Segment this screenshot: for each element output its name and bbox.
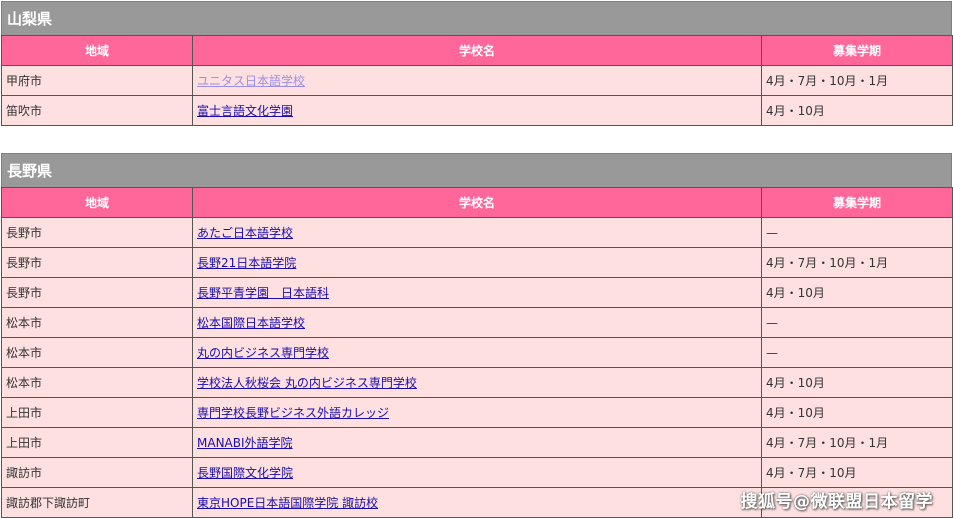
school-link[interactable]: ユニタス日本語学校: [197, 74, 305, 88]
prefecture-heading: 山梨県: [1, 1, 952, 35]
table-row: 長野市 長野21日本語学院 4月・7月・10月・1月: [1, 247, 953, 278]
table-row: 長野市 長野平青学園 日本語科 4月・10月: [1, 277, 953, 308]
school-cell: 富士言語文化学園: [192, 95, 762, 126]
school-cell: あたご日本語学校: [192, 217, 762, 248]
school-cell: MANABI外語学院: [192, 427, 762, 458]
term-cell: —: [761, 217, 953, 248]
prefecture-heading: 長野県: [1, 153, 952, 187]
term-cell: 4月・7月・10月・1月: [761, 427, 953, 458]
school-link[interactable]: 長野平青学園 日本語科: [197, 286, 329, 300]
table-row: 諏訪市 長野国際文化学院 4月・7月・10月: [1, 457, 953, 488]
table-row: 笛吹市 富士言語文化学園 4月・10月: [1, 95, 953, 126]
term-cell: 4月・7月・10月・1月: [761, 65, 953, 96]
table-row: 松本市 丸の内ビジネス専門学校 —: [1, 337, 953, 368]
term-cell: —: [761, 337, 953, 368]
area-cell: 長野市: [1, 247, 193, 278]
school-cell: 松本国際日本語学校: [192, 307, 762, 338]
school-cell: 長野平青学園 日本語科: [192, 277, 762, 308]
school-link[interactable]: 長野国際文化学院: [197, 466, 293, 480]
school-link[interactable]: 東京HOPE日本語国際学院 諏訪校: [197, 496, 378, 510]
school-cell: 専門学校長野ビジネス外語カレッジ: [192, 397, 762, 428]
term-cell: 4月・10月: [761, 397, 953, 428]
school-cell: 学校法人秋桜会 丸の内ビジネス専門学校: [192, 367, 762, 398]
school-link[interactable]: 専門学校長野ビジネス外語カレッジ: [197, 406, 389, 420]
table-row: 長野市 あたご日本語学校 —: [1, 217, 953, 248]
table-row: 上田市 専門学校長野ビジネス外語カレッジ 4月・10月: [1, 397, 953, 428]
area-cell: 諏訪郡下諏訪町: [1, 487, 193, 518]
column-header-term: 募集学期: [761, 187, 953, 218]
column-header-term: 募集学期: [761, 35, 953, 66]
area-cell: 松本市: [1, 337, 193, 368]
school-cell: 東京HOPE日本語国際学院 諏訪校: [192, 487, 762, 518]
column-header-school: 学校名: [192, 35, 762, 66]
table-header-row: 地域 学校名 募集学期: [1, 35, 953, 66]
table-row: 松本市 学校法人秋桜会 丸の内ビジネス専門学校 4月・10月: [1, 367, 953, 398]
school-table: 地域 学校名 募集学期 長野市 あたご日本語学校 — 長野市 長野21日本語学院…: [1, 187, 953, 518]
school-cell: 長野国際文化学院: [192, 457, 762, 488]
watermark-text: 搜狐号@微联盟日本留学: [740, 492, 933, 512]
section-yamanashi: 山梨県 地域 学校名 募集学期 甲府市 ユニタス日本語学校 4月・7月・10月・…: [1, 1, 953, 126]
area-cell: 松本市: [1, 307, 193, 338]
area-cell: 笛吹市: [1, 95, 193, 126]
school-link[interactable]: 松本国際日本語学校: [197, 316, 305, 330]
column-header-area: 地域: [1, 187, 193, 218]
area-cell: 上田市: [1, 427, 193, 458]
area-cell: 上田市: [1, 397, 193, 428]
term-cell: 4月・10月: [761, 367, 953, 398]
section-nagano: 長野県 地域 学校名 募集学期 長野市 あたご日本語学校 — 長野市 長野21日…: [1, 153, 953, 518]
school-link[interactable]: 学校法人秋桜会 丸の内ビジネス専門学校: [197, 376, 417, 390]
school-cell: 丸の内ビジネス専門学校: [192, 337, 762, 368]
term-cell: 4月・7月・10月: [761, 457, 953, 488]
table-row: 上田市 MANABI外語学院 4月・7月・10月・1月: [1, 427, 953, 458]
column-header-school: 学校名: [192, 187, 762, 218]
term-cell: 4月・10月: [761, 95, 953, 126]
term-cell: 4月・7月・10月・1月: [761, 247, 953, 278]
school-link[interactable]: 富士言語文化学園: [197, 104, 293, 118]
area-cell: 諏訪市: [1, 457, 193, 488]
area-cell: 松本市: [1, 367, 193, 398]
school-cell: ユニタス日本語学校: [192, 65, 762, 96]
school-table: 地域 学校名 募集学期 甲府市 ユニタス日本語学校 4月・7月・10月・1月 笛…: [1, 35, 953, 126]
school-link[interactable]: 丸の内ビジネス専門学校: [197, 346, 329, 360]
column-header-area: 地域: [1, 35, 193, 66]
school-link[interactable]: 長野21日本語学院: [197, 256, 296, 270]
school-cell: 長野21日本語学院: [192, 247, 762, 278]
table-row: 松本市 松本国際日本語学校 —: [1, 307, 953, 338]
table-header-row: 地域 学校名 募集学期: [1, 187, 953, 218]
table-row: 甲府市 ユニタス日本語学校 4月・7月・10月・1月: [1, 65, 953, 96]
area-cell: 長野市: [1, 217, 193, 248]
school-link[interactable]: あたご日本語学校: [197, 226, 293, 240]
school-link[interactable]: MANABI外語学院: [197, 436, 293, 450]
area-cell: 甲府市: [1, 65, 193, 96]
area-cell: 長野市: [1, 277, 193, 308]
term-cell: 4月・10月: [761, 277, 953, 308]
term-cell: —: [761, 307, 953, 338]
